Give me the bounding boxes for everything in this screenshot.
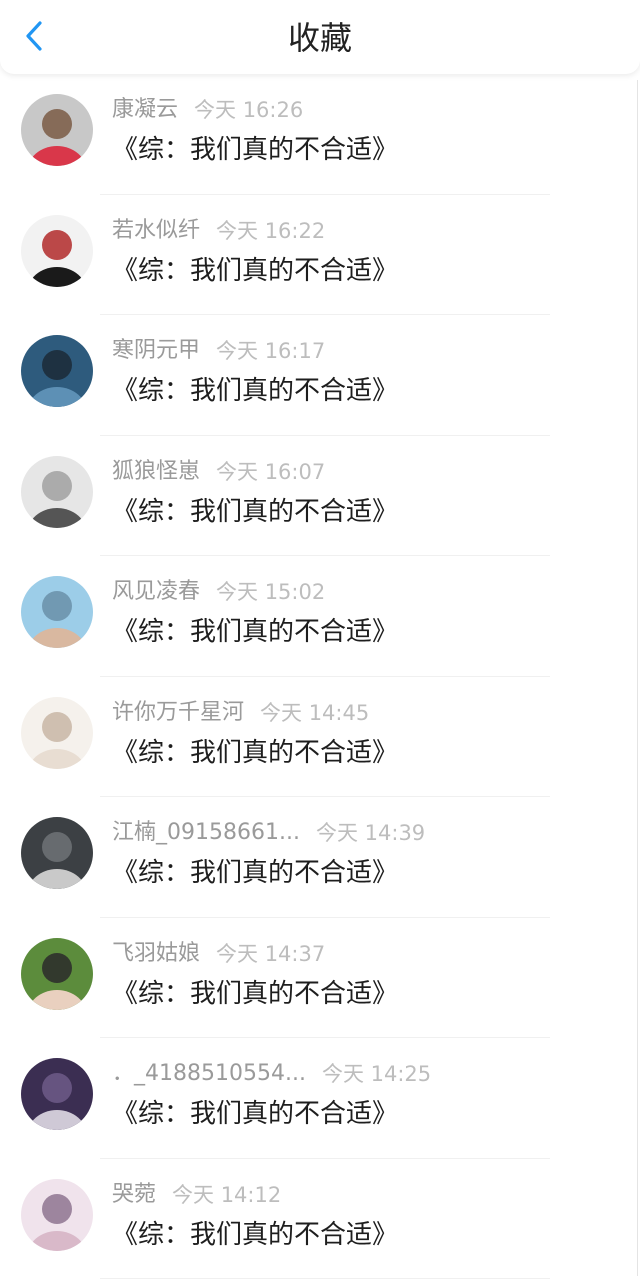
book-title[interactable]: 《综：我们真的不合适》: [112, 976, 398, 1012]
timestamp: 今天 16:17: [216, 337, 325, 365]
timestamp: 今天 16:26: [194, 96, 303, 124]
avatar[interactable]: [21, 1179, 93, 1251]
item-meta: 风见凌春今天 15:02: [112, 578, 325, 606]
book-title[interactable]: 《综：我们真的不合适》: [112, 1096, 398, 1132]
timestamp: 今天 14:45: [260, 699, 369, 727]
timestamp: 今天 16:22: [216, 217, 325, 245]
book-title[interactable]: 《综：我们真的不合适》: [112, 373, 398, 409]
username[interactable]: ．_4188510554...: [112, 1060, 306, 1088]
username[interactable]: 寒阴元甲: [112, 337, 200, 365]
timestamp: 今天 15:02: [216, 578, 325, 606]
list-item[interactable]: 飞羽姑娘今天 14:37 《综：我们真的不合适》: [0, 918, 640, 1039]
top-bar: 收藏: [0, 0, 640, 74]
book-title[interactable]: 《综：我们真的不合适》: [112, 735, 398, 771]
list-item[interactable]: ．_4188510554... 今天 14:25 《综：我们真的不合适》: [0, 1038, 640, 1159]
avatar[interactable]: [21, 215, 93, 287]
list-item[interactable]: 许你万千星河今天 14:45 《综：我们真的不合适》: [0, 677, 640, 798]
item-meta: ．_4188510554... 今天 14:25: [112, 1060, 431, 1088]
list-item[interactable]: 江楠_09158661... 今天 14:39 《综：我们真的不合适》: [0, 797, 640, 918]
book-title[interactable]: 《综：我们真的不合适》: [112, 614, 398, 650]
username[interactable]: 风见凌春: [112, 578, 200, 606]
book-title[interactable]: 《综：我们真的不合适》: [112, 132, 398, 168]
item-meta: 哭菀今天 14:12: [112, 1181, 281, 1209]
item-meta: 江楠_09158661... 今天 14:39: [112, 819, 425, 847]
username[interactable]: 江楠_09158661...: [112, 819, 300, 847]
username[interactable]: 许你万千星河: [112, 699, 244, 727]
item-meta: 飞羽姑娘今天 14:37: [112, 940, 325, 968]
book-title[interactable]: 《综：我们真的不合适》: [112, 855, 398, 891]
page-title: 收藏: [0, 16, 640, 60]
list-item[interactable]: 寒阴元甲今天 16:17 《综：我们真的不合适》: [0, 315, 640, 436]
list-item[interactable]: 狐狼怪崽今天 16:07 《综：我们真的不合适》: [0, 436, 640, 557]
timestamp: 今天 14:39: [316, 819, 425, 847]
avatar[interactable]: [21, 938, 93, 1010]
avatar[interactable]: [21, 1058, 93, 1130]
book-title[interactable]: 《综：我们真的不合适》: [112, 1217, 398, 1253]
username[interactable]: 康凝云: [112, 96, 178, 124]
timestamp: 今天 16:07: [216, 458, 325, 486]
username[interactable]: 飞羽姑娘: [112, 940, 200, 968]
timestamp: 今天 14:37: [216, 940, 325, 968]
username[interactable]: 若水似纤: [112, 217, 200, 245]
book-title[interactable]: 《综：我们真的不合适》: [112, 494, 398, 530]
avatar[interactable]: [21, 335, 93, 407]
avatar[interactable]: [21, 576, 93, 648]
item-meta: 寒阴元甲今天 16:17: [112, 337, 325, 365]
avatar[interactable]: [21, 456, 93, 528]
timestamp: 今天 14:12: [172, 1181, 281, 1209]
item-meta: 许你万千星河今天 14:45: [112, 699, 369, 727]
avatar[interactable]: [21, 94, 93, 166]
timestamp: 今天 14:25: [322, 1060, 431, 1088]
list-item[interactable]: 风见凌春今天 15:02 《综：我们真的不合适》: [0, 556, 640, 677]
username[interactable]: 狐狼怪崽: [112, 458, 200, 486]
list-item[interactable]: 康凝云今天 16:26 《综：我们真的不合适》: [0, 74, 640, 195]
item-meta: 狐狼怪崽今天 16:07: [112, 458, 325, 486]
avatar[interactable]: [21, 817, 93, 889]
avatar[interactable]: [21, 697, 93, 769]
book-title[interactable]: 《综：我们真的不合适》: [112, 253, 398, 289]
item-meta: 若水似纤今天 16:22: [112, 217, 325, 245]
list-item[interactable]: 若水似纤今天 16:22 《综：我们真的不合适》: [0, 195, 640, 316]
favorites-list: 康凝云今天 16:26《综：我们真的不合适》若水似纤今天 16:22《综：我们真…: [0, 74, 640, 1279]
list-item[interactable]: 哭菀今天 14:12 《综：我们真的不合适》: [0, 1159, 640, 1279]
item-meta: 康凝云今天 16:26: [112, 96, 303, 124]
username[interactable]: 哭菀: [112, 1181, 156, 1209]
